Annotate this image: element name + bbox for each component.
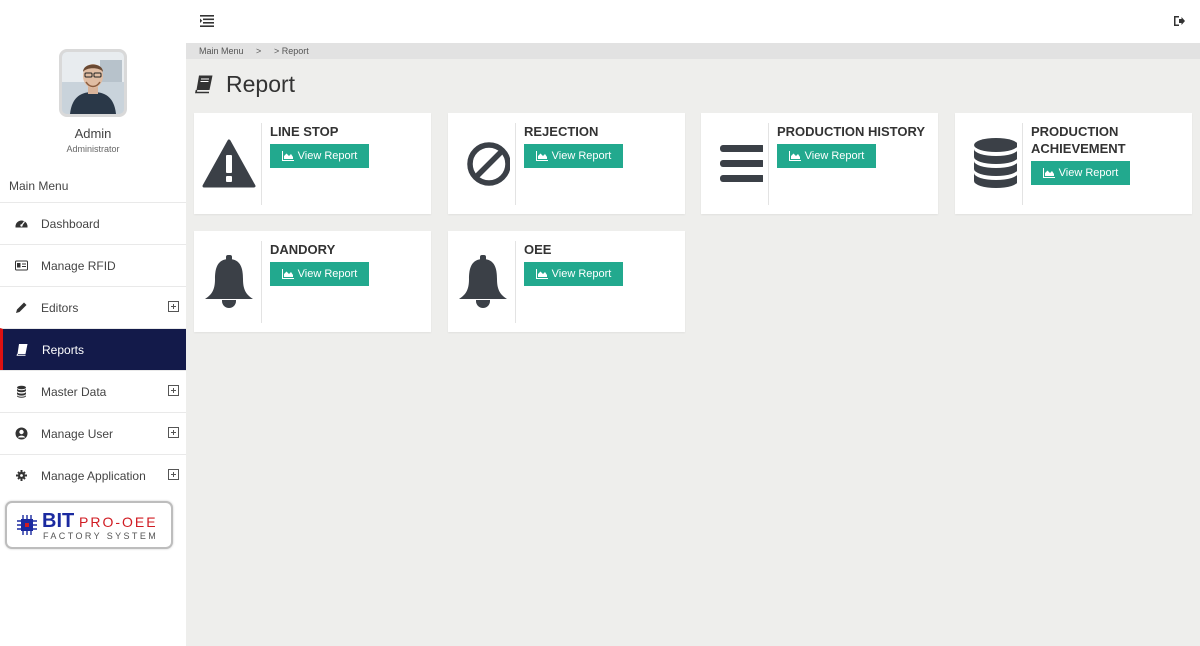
view-report-button[interactable]: View Report: [777, 144, 876, 168]
report-card-line-stop: LINE STOP View Report: [194, 113, 431, 214]
card-separator: [515, 241, 516, 323]
area-chart-icon: [281, 269, 294, 279]
card-title: PRODUCTION HISTORY: [777, 124, 926, 139]
report-card-oee: OEE View Report: [448, 231, 685, 332]
top-bar: [0, 0, 1200, 43]
page-title: Report: [226, 71, 296, 97]
card-separator: [261, 123, 262, 205]
expand-plus-icon[interactable]: [168, 469, 179, 480]
chip-icon: [17, 515, 37, 535]
card-title: PRODUCTION ACHIEVEMENT: [1031, 124, 1126, 156]
expand-plus-icon[interactable]: [168, 385, 179, 396]
bell-icon: [205, 255, 253, 308]
report-card-rejection: REJECTION View Report: [448, 113, 685, 214]
breadcrumb-separator: >: [256, 46, 262, 56]
breadcrumb-root[interactable]: Main Menu: [199, 46, 244, 56]
report-card-production-achievement: PRODUCTION ACHIEVEMENT View Report: [955, 113, 1192, 214]
database-icon: [17, 385, 26, 398]
card-title: REJECTION: [524, 124, 599, 139]
user-circle-icon: [15, 427, 28, 440]
sidebar-item-manage-user[interactable]: Manage User: [0, 412, 186, 454]
gear-icon: [16, 470, 27, 481]
view-report-button[interactable]: View Report: [270, 262, 369, 286]
sidebar-item-label: Editors: [41, 301, 79, 315]
bars-icon: [720, 145, 763, 182]
breadcrumb-current: > Report: [274, 46, 309, 56]
card-title: LINE STOP: [270, 124, 339, 139]
user-name: Admin: [74, 126, 112, 141]
sidebar: Admin Administrator Main Menu Dashboard …: [0, 43, 186, 646]
view-report-button[interactable]: View Report: [270, 144, 369, 168]
view-report-label: View Report: [1058, 167, 1119, 179]
card-separator: [515, 123, 516, 205]
area-chart-icon: [281, 151, 294, 161]
sidebar-item-editors[interactable]: Editors: [0, 286, 186, 328]
brand-pro: PRO-OEE: [79, 514, 158, 530]
sidebar-item-dashboard[interactable]: Dashboard: [0, 202, 186, 244]
ban-icon: [467, 142, 510, 186]
brand-bit: BIT: [42, 510, 75, 532]
brand-logo: BIT PRO-OEE FACTORY SYSTEM: [5, 501, 173, 549]
user-role: Administrator: [66, 144, 120, 154]
sidebar-item-label: Manage Application: [41, 469, 146, 483]
area-chart-icon: [535, 269, 548, 279]
card-separator: [768, 123, 769, 205]
view-report-label: View Report: [551, 268, 612, 280]
expand-plus-icon[interactable]: [168, 427, 179, 438]
sidebar-item-manage-application[interactable]: Manage Application: [0, 454, 186, 496]
menu-title: Main Menu: [9, 179, 69, 193]
area-chart-icon: [788, 151, 801, 161]
view-report-button[interactable]: View Report: [524, 144, 623, 168]
database-icon: [974, 138, 1017, 188]
area-chart-icon: [1042, 168, 1055, 178]
area-chart-icon: [535, 151, 548, 161]
sidebar-item-manage-rfid[interactable]: Manage RFID: [0, 244, 186, 286]
bell-icon: [459, 255, 507, 308]
expand-plus-icon[interactable]: [168, 301, 179, 312]
card-separator: [261, 241, 262, 323]
sidebar-item-label: Manage RFID: [41, 259, 116, 273]
warning-icon: [202, 139, 256, 188]
view-report-label: View Report: [804, 150, 865, 162]
sidebar-item-reports[interactable]: Reports: [0, 328, 186, 370]
menu-toggle-icon[interactable]: [200, 15, 214, 27]
sidebar-item-master-data[interactable]: Master Data: [0, 370, 186, 412]
view-report-label: View Report: [297, 150, 358, 162]
breadcrumb: Main Menu > > Report: [186, 43, 1200, 59]
book-icon: [16, 344, 28, 356]
view-report-label: View Report: [297, 268, 358, 280]
card-title: DANDORY: [270, 242, 336, 257]
sidebar-item-label: Manage User: [41, 427, 114, 441]
pencil-icon: [16, 302, 27, 313]
view-report-button[interactable]: View Report: [1031, 161, 1130, 185]
book-icon: [195, 75, 213, 94]
logout-icon[interactable]: [1173, 15, 1185, 27]
sidebar-item-label: Dashboard: [41, 217, 100, 231]
sidebar-menu: Dashboard Manage RFID Editors Reports Ma…: [0, 202, 186, 496]
view-report-label: View Report: [551, 150, 612, 162]
dashboard-icon: [15, 220, 28, 228]
avatar[interactable]: [59, 49, 127, 117]
view-report-button[interactable]: View Report: [524, 262, 623, 286]
sidebar-item-label: Reports: [42, 343, 85, 357]
id-card-icon: [15, 260, 28, 271]
report-card-dandory: DANDORY View Report: [194, 231, 431, 332]
sidebar-item-label: Master Data: [41, 385, 107, 399]
card-separator: [1022, 123, 1023, 205]
card-title: OEE: [524, 242, 552, 257]
report-card-production-history: PRODUCTION HISTORY View Report: [701, 113, 938, 214]
brand-factory: FACTORY SYSTEM: [43, 531, 159, 541]
